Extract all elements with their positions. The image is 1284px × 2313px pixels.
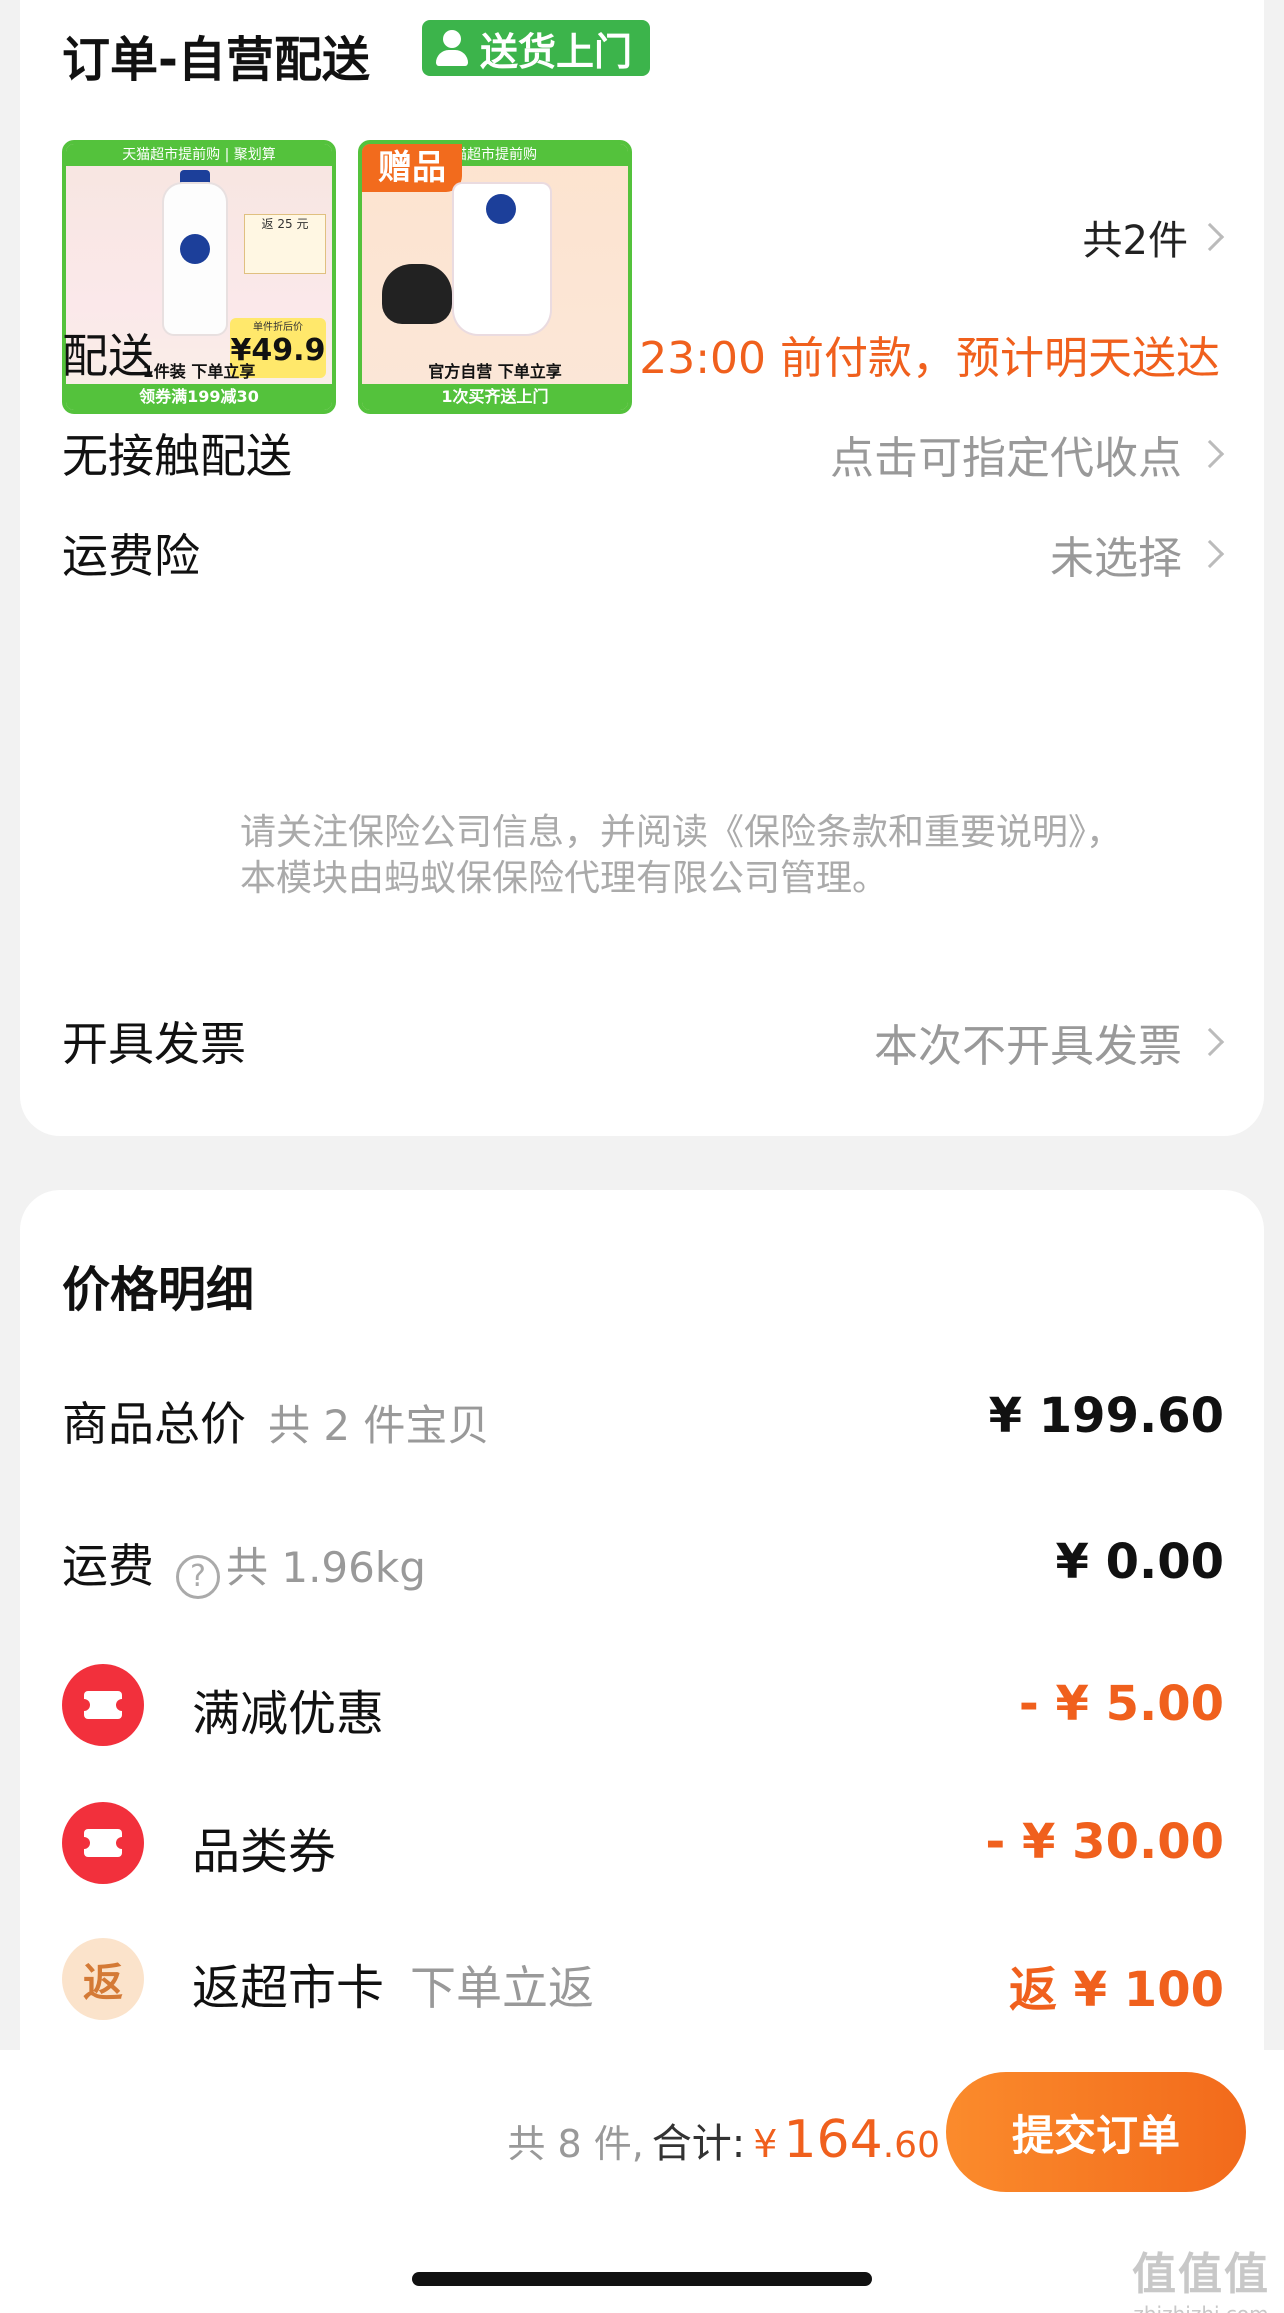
rebate-card-value: 返 ¥ 100 <box>1008 1962 1224 2018</box>
invoice-value: 本次不开具发票 <box>874 1021 1182 1072</box>
product-thumbnail[interactable]: 猫超市提前购 赠品 官方自营 下单立享 1次买齐送上门 <box>358 140 632 414</box>
contactless-value: 点击可指定代收点 <box>830 433 1182 484</box>
brand-logo <box>486 194 516 224</box>
coupon-icon <box>62 1664 144 1746</box>
chevron-right-icon <box>1195 222 1225 252</box>
shipping-row: 运费 ? 共 1.96kg <box>62 1530 426 1599</box>
tmall-cat-icon <box>382 264 452 324</box>
delivery-label: 配送 <box>62 329 154 383</box>
item-count-link[interactable]: 共2件 <box>1082 208 1225 266</box>
total-label: 合计: <box>651 2121 746 2167</box>
promo-bottom: 领券满199减30 <box>66 384 332 410</box>
rebate-text: 返 25 元 <box>261 217 309 231</box>
rebate-card-label: 返超市卡 下单立返 <box>192 1948 594 2018</box>
help-icon[interactable]: ? <box>176 1554 220 1599</box>
gift-badge: 赠品 <box>362 144 462 192</box>
delivery-time-text: 23:00 前付款，预计明天送达 <box>639 333 1220 384</box>
currency-symbol: ¥ <box>753 2122 778 2166</box>
full-discount-text: 满减优惠 <box>192 1686 385 1742</box>
total-decimal: .60 <box>882 2125 940 2166</box>
rebate-card-sub: 下单立返 <box>410 1961 595 2015</box>
goods-total-value: ¥ 199.60 <box>988 1388 1224 1444</box>
submit-order-button[interactable]: 提交订单 <box>946 2072 1246 2192</box>
chevron-right-icon <box>1195 439 1225 469</box>
insurance-label: 运费险 <box>62 529 200 583</box>
price-caption: 单件折后价 <box>253 322 303 333</box>
rebate-box: 返 25 元 <box>244 214 326 274</box>
chevron-right-icon <box>1195 1027 1225 1057</box>
order-card: 订单-自营配送 送货上门 天猫超市提前购 | 聚划算 返 25 元 单件折后价 … <box>20 0 1264 1136</box>
goods-total-row: 商品总价 共 2 件宝贝 <box>62 1388 489 1454</box>
price-detail-card: 价格明细 商品总价 共 2 件宝贝 ¥ 199.60 运费 ? 共 1.96kg … <box>20 1190 1264 2070</box>
coupon-icon <box>62 1802 144 1884</box>
category-coupon-value: - ¥ 30.00 <box>985 1814 1224 1870</box>
shipping-weight: 共 1.96kg <box>226 1543 426 1592</box>
order-title: 订单-自营配送 <box>62 32 370 88</box>
home-indicator[interactable] <box>412 2272 872 2286</box>
watermark-logo: 值值值 <box>1132 2249 1270 2300</box>
shipping-label: 运费 <box>62 1539 154 1593</box>
insurance-note[interactable]: 请关注保险公司信息，并阅读《保险条款和重要说明》，本模块由蚂蚁保保险代理有限公司… <box>240 810 1140 902</box>
promo-bottom: 1次买齐送上门 <box>362 384 628 410</box>
chevron-right-icon <box>1195 539 1225 569</box>
rebate-card-text: 返超市卡 <box>192 1960 385 2016</box>
delivery-tag: 送货上门 <box>422 20 651 76</box>
watermark: 值值值 zhizhizhi.com <box>1132 2238 1270 2313</box>
shipping-sub-wrap: ? 共 1.96kg <box>176 1534 426 1599</box>
promo-line: 官方自营 下单立享 <box>428 362 562 381</box>
insurance-row[interactable]: 未选择 <box>1050 522 1225 586</box>
price-detail-title: 价格明细 <box>62 1262 255 1318</box>
product-strip: 天猫超市提前购 | 聚划算 <box>66 144 332 166</box>
goods-total-label: 商品总价 <box>62 1397 246 1451</box>
insurance-value: 未选择 <box>1050 533 1182 584</box>
person-icon <box>432 28 472 68</box>
item-total-count: 共 8 件, <box>507 2122 644 2166</box>
goods-total-sub: 共 2 件宝贝 <box>268 1401 490 1450</box>
total-integer: 164 <box>783 2110 883 2170</box>
invoice-row[interactable]: 本次不开具发票 <box>874 1010 1225 1074</box>
shipping-value: ¥ 0.00 <box>1055 1534 1224 1590</box>
invoice-label: 开具发票 <box>62 1017 246 1071</box>
delivery-value: 23:00 前付款，预计明天送达 <box>639 322 1220 386</box>
checkout-bar: 共 8 件, 合计: ¥ 164 .60 提交订单 值值值 zhizhizhi.… <box>0 2050 1284 2313</box>
category-coupon-label: 品类券 <box>192 1812 336 1882</box>
full-discount-value: - ¥ 5.00 <box>1018 1676 1224 1732</box>
delivery-tag-label: 送货上门 <box>480 29 633 74</box>
contactless-row[interactable]: 点击可指定代收点 <box>830 422 1225 486</box>
watermark-url: zhizhizhi.com <box>1132 2302 1270 2313</box>
coupon-shape <box>78 1829 128 1857</box>
brand-logo <box>180 234 210 264</box>
coupon-shape <box>78 1691 128 1719</box>
item-count: 共2件 <box>1082 218 1188 264</box>
contactless-label: 无接触配送 <box>62 429 292 483</box>
full-discount-label: 满减优惠 <box>192 1674 384 1744</box>
category-coupon-text: 品类券 <box>192 1824 337 1880</box>
rebate-icon: 返 <box>62 1938 144 2020</box>
order-summary: 共 8 件, 合计: ¥ 164 .60 <box>507 2110 940 2170</box>
